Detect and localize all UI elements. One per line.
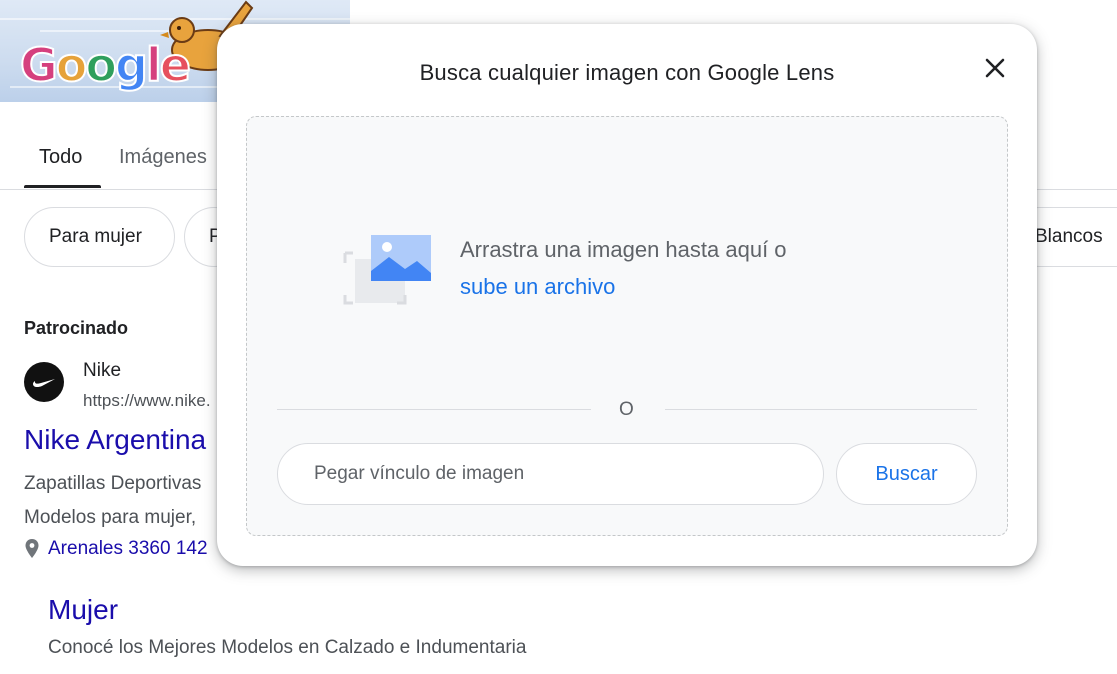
chip-para-mujer[interactable]: Para mujer — [24, 207, 175, 267]
tab-todo[interactable]: Todo — [39, 146, 82, 169]
close-button[interactable] — [981, 54, 1009, 82]
doodle-logo: Google — [19, 37, 192, 93]
logo-letter: l — [145, 37, 163, 93]
upload-file-link[interactable]: sube un archivo — [460, 274, 615, 300]
active-tab-indicator — [24, 185, 101, 188]
close-icon — [985, 58, 1005, 78]
ad-address-link[interactable]: Arenales 3360 142 — [24, 538, 208, 560]
location-pin-icon — [25, 539, 39, 558]
or-separator: O — [619, 399, 634, 420]
logo-letter: e — [159, 37, 192, 93]
logo-letter: g — [114, 37, 149, 93]
chip-label: Blancos — [1035, 226, 1103, 247]
drag-instruction: Arrastra una imagen hasta aquí o — [460, 237, 787, 262]
search-button[interactable]: Buscar — [836, 443, 977, 505]
image-dropzone[interactable]: Arrastra una imagen hasta aquí o sube un… — [246, 116, 1008, 536]
divider-right — [665, 409, 977, 410]
logo-letter: o — [55, 37, 89, 93]
sponsored-label: Patrocinado — [24, 318, 129, 338]
google-lens-dialog: Busca cualquier imagen con Google Lens A… — [217, 24, 1037, 566]
ad-description-line: Modelos para mujer, — [24, 507, 197, 528]
tab-imagenes[interactable]: Imágenes — [119, 146, 207, 169]
ad-url: https://www.nike. — [83, 391, 211, 410]
image-url-input[interactable] — [277, 443, 824, 505]
sitelink-description: Conocé los Mejores Modelos en Calzado e … — [48, 637, 527, 658]
advertiser-name[interactable]: Nike — [83, 360, 121, 382]
divider-left — [277, 409, 591, 410]
swoosh-icon — [33, 379, 55, 388]
address-text: Arenales 3360 142 — [48, 538, 208, 559]
image-upload-icon — [343, 235, 431, 305]
sitelink-mujer[interactable]: Mujer — [48, 594, 118, 626]
ad-title-link[interactable]: Nike Argentina — [24, 424, 206, 456]
logo-letter: G — [19, 37, 59, 93]
ad-description-line: Zapatillas Deportivas — [24, 473, 202, 494]
chip-label: Para mujer — [49, 226, 142, 247]
nike-logo-icon[interactable] — [24, 362, 64, 402]
logo-letter: o — [84, 37, 118, 93]
lens-dialog-title: Busca cualquier imagen con Google Lens — [419, 60, 835, 85]
